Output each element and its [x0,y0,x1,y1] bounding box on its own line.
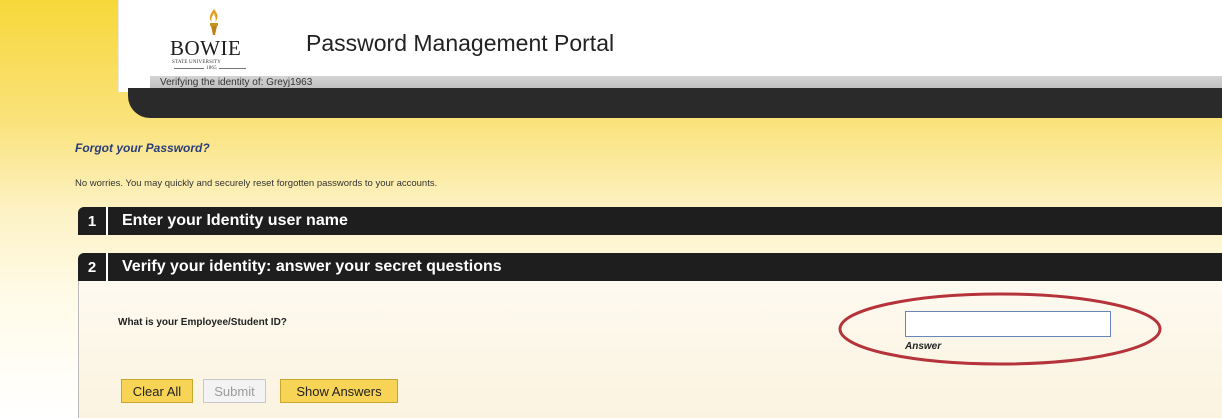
bowie-state-logo: BOWIE STATE UNIVERSITY 1865 [170,8,260,71]
torch-icon [209,9,218,35]
step-number: 1 [78,207,108,235]
step-number: 2 [78,253,108,281]
header-dark-bar [128,88,1222,118]
step-verify-identity[interactable]: 2 Verify your identity: answer your secr… [78,253,1222,281]
submit-button[interactable]: Submit [203,379,266,403]
page-title: Password Management Portal [306,30,615,56]
intro-description: No worries. You may quickly and securely… [75,178,438,189]
step-label: Verify your identity: answer your secret… [122,258,502,275]
show-answers-button[interactable]: Show Answers [280,379,398,403]
logo-wordmark: BOWIE [170,36,242,60]
clear-all-button[interactable]: Clear All [121,379,193,403]
verify-identity-text: Verifying the identity of: Greyj1963 [160,77,313,88]
logo-year: 1865 [204,66,219,71]
logo-subtitle: STATE UNIVERSITY [172,60,222,65]
secret-question-label: What is your Employee/Student ID? [118,317,287,328]
highlight-ring [838,292,1162,366]
step-label: Enter your Identity user name [122,212,348,229]
forgot-password-heading: Forgot your Password? [75,141,210,155]
step-enter-username[interactable]: 1 Enter your Identity user name [78,207,1222,235]
